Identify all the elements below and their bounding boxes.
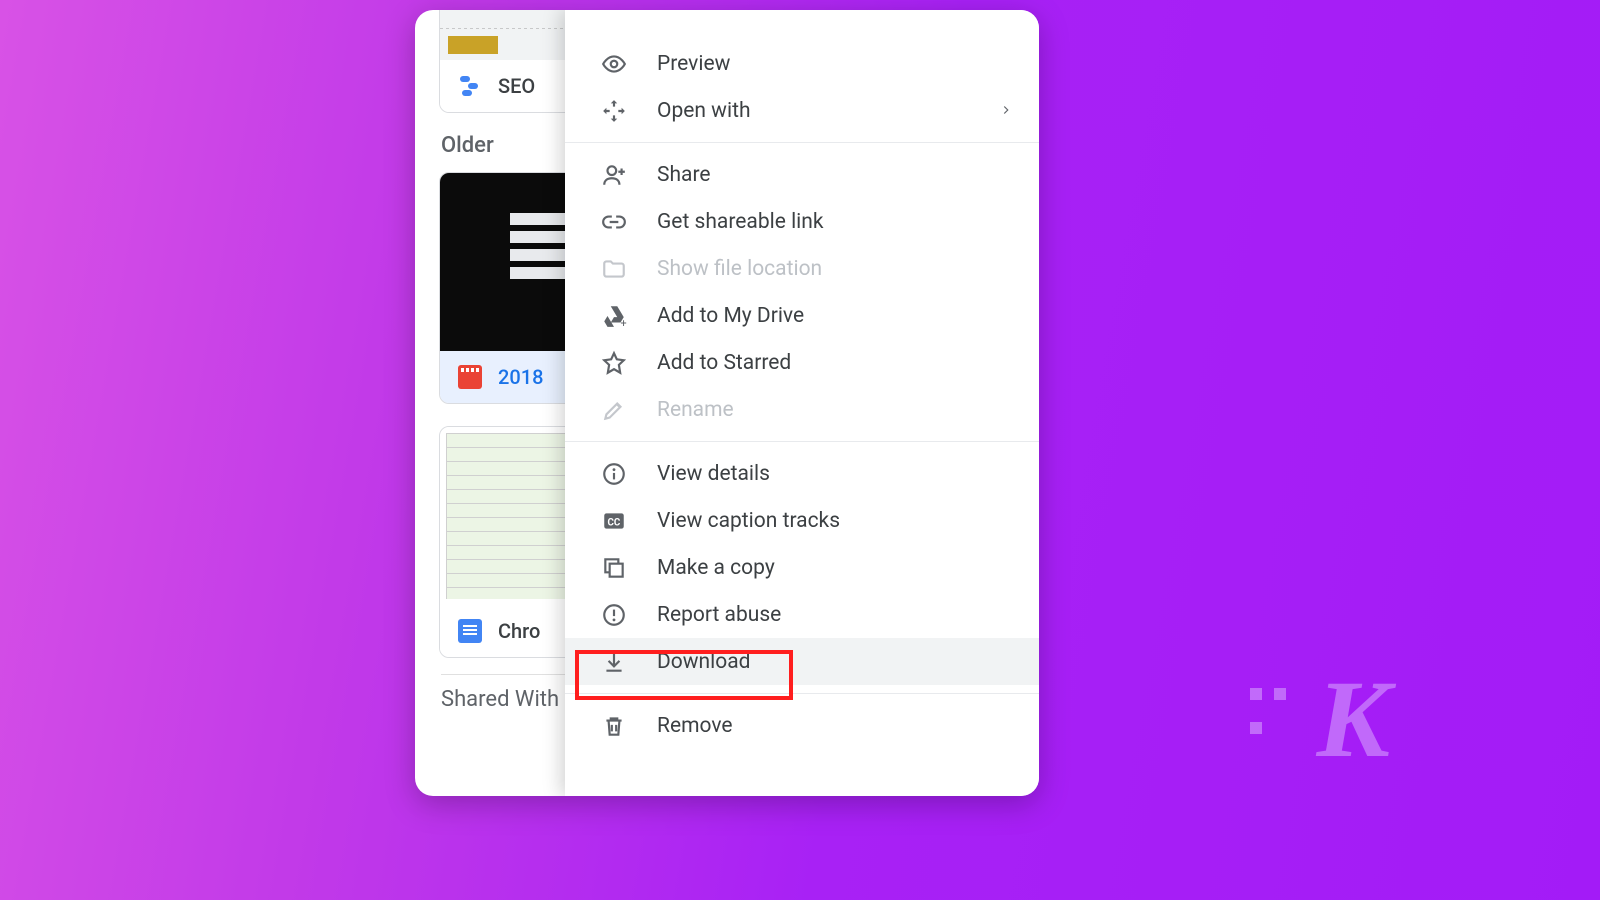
menu-add-to-starred[interactable]: Add to Starred <box>565 339 1039 386</box>
file-name: Chro <box>498 619 540 643</box>
drive-add-icon: + <box>601 303 627 329</box>
star-icon <box>601 350 627 376</box>
menu-get-link[interactable]: Get shareable link <box>565 198 1039 245</box>
copy-icon <box>601 555 627 581</box>
menu-caption-tracks[interactable]: CC View caption tracks <box>565 497 1039 544</box>
info-icon <box>601 461 627 487</box>
cc-icon: CC <box>601 508 627 534</box>
menu-download[interactable]: Download <box>565 638 1039 685</box>
menu-separator <box>565 693 1039 694</box>
menu-separator <box>565 441 1039 442</box>
menu-label: Add to Starred <box>657 351 791 375</box>
menu-preview[interactable]: Preview <box>565 40 1039 87</box>
eye-icon <box>601 51 627 77</box>
watermark-logo: K <box>1250 670 1390 790</box>
menu-add-to-drive[interactable]: + Add to My Drive <box>565 292 1039 339</box>
menu-report-abuse[interactable]: Report abuse <box>565 591 1039 638</box>
alert-icon <box>601 602 627 628</box>
menu-label: View details <box>657 462 770 486</box>
menu-make-copy[interactable]: Make a copy <box>565 544 1039 591</box>
folder-icon <box>601 256 627 282</box>
menu-rename: Rename <box>565 386 1039 433</box>
menu-label: Make a copy <box>657 556 775 580</box>
menu-separator <box>565 142 1039 143</box>
drive-window: SEO Older 2018 Chro Sha <box>415 10 1039 796</box>
chevron-right-icon <box>999 99 1013 123</box>
menu-label: Report abuse <box>657 603 781 627</box>
menu-label: Show file location <box>657 257 822 281</box>
svg-text:CC: CC <box>608 517 621 528</box>
menu-share[interactable]: Share <box>565 151 1039 198</box>
trash-icon <box>601 713 627 739</box>
person-add-icon <box>601 162 627 188</box>
menu-label: View caption tracks <box>657 509 840 533</box>
download-icon <box>601 649 627 675</box>
menu-remove[interactable]: Remove <box>565 702 1039 749</box>
menu-label: Remove <box>657 714 733 738</box>
video-icon <box>458 365 482 389</box>
link-icon <box>601 209 627 235</box>
menu-label: Get shareable link <box>657 210 824 234</box>
menu-label: Download <box>657 650 751 674</box>
docs-icon <box>458 619 482 643</box>
menu-view-details[interactable]: View details <box>565 450 1039 497</box>
data-studio-icon <box>458 74 482 98</box>
svg-text:+: + <box>621 316 627 328</box>
menu-show-location: Show file location <box>565 245 1039 292</box>
menu-label: Share <box>657 163 711 187</box>
open-with-icon <box>601 98 627 124</box>
file-name: 2018 <box>498 365 543 389</box>
menu-label: Rename <box>657 398 734 422</box>
file-name: SEO <box>498 74 535 98</box>
menu-label: Open with <box>657 99 751 123</box>
menu-label: Add to My Drive <box>657 304 804 328</box>
menu-label: Preview <box>657 52 730 76</box>
pencil-icon <box>601 397 627 423</box>
menu-open-with[interactable]: Open with <box>565 87 1039 134</box>
context-menu: Preview Open with Share Get shareable li… <box>565 10 1039 796</box>
